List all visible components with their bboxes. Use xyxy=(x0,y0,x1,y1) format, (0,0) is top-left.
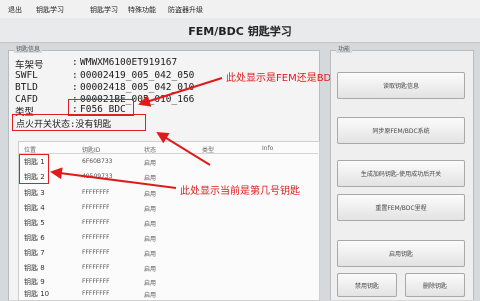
arrow-to-type xyxy=(138,77,223,107)
sync-fem-bdc-button[interactable]: 同步原FEM/BDC系统 xyxy=(337,117,465,144)
arrow-to-switch-status xyxy=(156,131,211,166)
delete-key-button[interactable]: 删除钥匙 xyxy=(405,273,465,297)
generate-key-button[interactable]: 生成加码钥匙-使用成功后开关 xyxy=(337,160,465,187)
annotation-key-number: 此处显示当前是第几号钥匙 xyxy=(180,186,300,197)
annotation-fem-bdc: 此处显示是FEM还是BDC xyxy=(226,73,339,84)
read-key-info-button[interactable]: 读取钥匙信息 xyxy=(337,72,465,99)
arrow-to-key-position xyxy=(50,167,177,189)
disable-key-button[interactable]: 禁用钥匙 xyxy=(337,273,397,297)
reset-fem-bdc-button[interactable]: 重置FEM/BDC里程 xyxy=(337,194,465,221)
enable-key-button[interactable]: 启用钥匙 xyxy=(337,240,465,267)
function-group-label: 功能 xyxy=(336,44,353,53)
